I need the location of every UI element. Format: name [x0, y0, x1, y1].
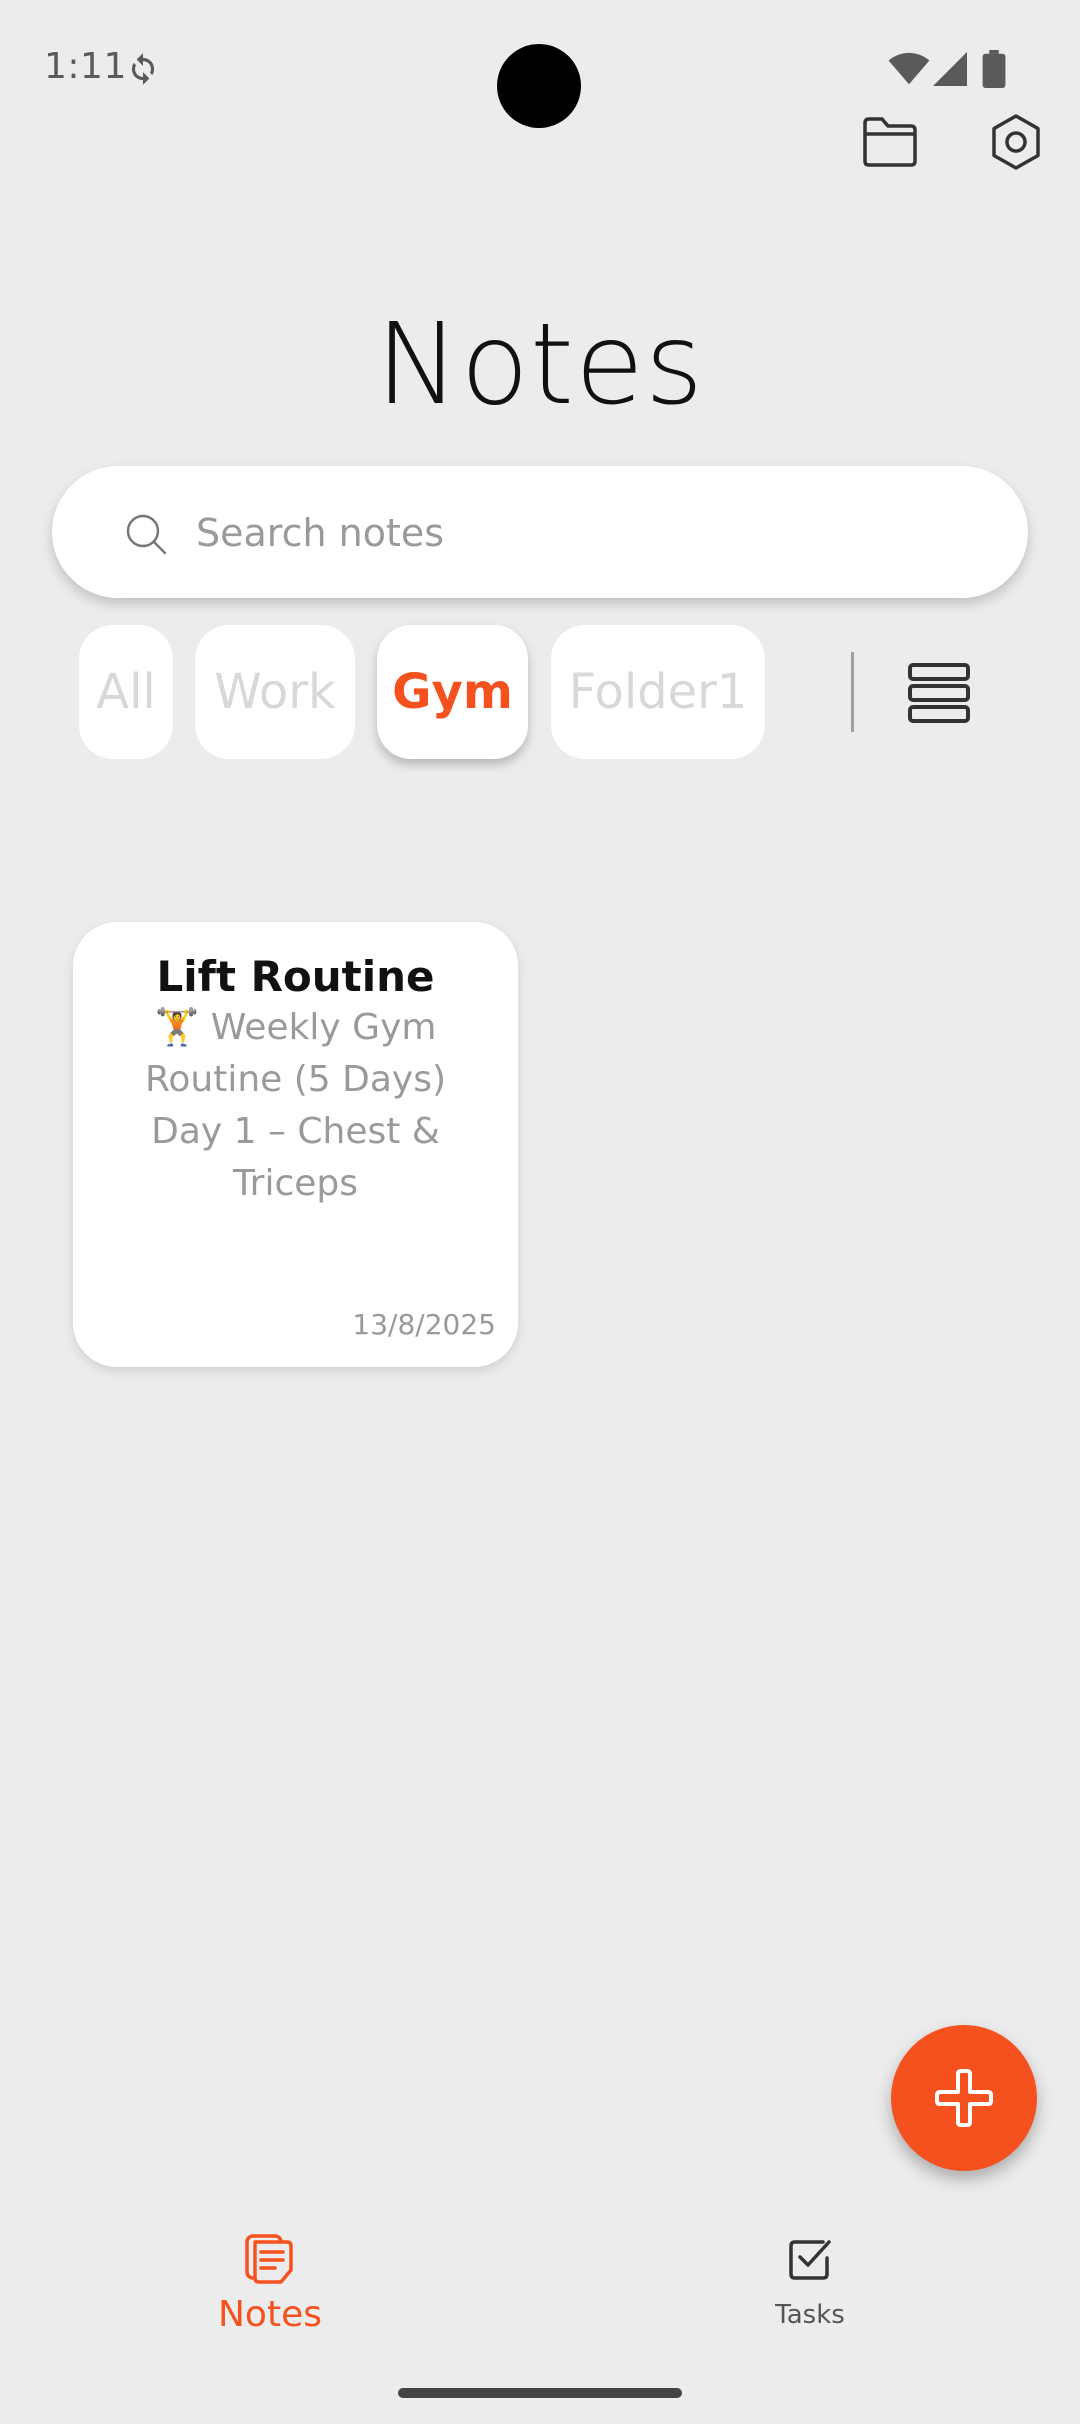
chip-all[interactable]: All — [79, 625, 173, 759]
folders-button[interactable] — [852, 104, 928, 180]
chip-divider — [851, 652, 854, 732]
settings-button[interactable] — [978, 104, 1054, 180]
settings-icon — [992, 114, 1040, 170]
search-input[interactable] — [194, 496, 978, 570]
list-view-icon[interactable] — [904, 660, 974, 726]
notes-screen: 1:11 Notes All Work Gym Fol — [0, 0, 1080, 2424]
note-date: 13/8/2025 — [352, 1308, 496, 1341]
tasks-icon — [789, 2240, 831, 2280]
note-title: Lift Routine — [156, 952, 435, 1001]
search-bar[interactable] — [52, 466, 1028, 598]
add-note-button[interactable] — [891, 2025, 1037, 2171]
search-icon — [126, 514, 167, 555]
plus-icon — [935, 2069, 993, 2127]
wifi-icon — [888, 52, 930, 85]
chip-gym[interactable]: Gym — [377, 625, 528, 759]
page-title: Notes — [375, 300, 705, 430]
signal-icon — [933, 52, 967, 86]
nav-item-tasks[interactable]: Tasks — [660, 2222, 960, 2352]
nav-label-notes: Notes — [218, 2294, 322, 2335]
notes-icon — [245, 2234, 293, 2284]
chip-folder1[interactable]: Folder1 — [551, 625, 765, 759]
folder-icon — [863, 117, 917, 167]
note-card[interactable]: Lift Routine 🏋️ Weekly Gym Routine (5 Da… — [73, 922, 518, 1367]
camera-cutout — [497, 44, 581, 128]
chip-work[interactable]: Work — [195, 625, 355, 759]
home-indicator[interactable] — [398, 2388, 682, 2398]
status-time: 1:11 — [44, 46, 127, 87]
nav-item-notes[interactable]: Notes — [120, 2222, 420, 2352]
battery-icon — [982, 50, 1006, 88]
note-preview: 🏋️ Weekly Gym Routine (5 Days) Day 1 – C… — [144, 1007, 447, 1204]
nav-label-tasks: Tasks — [775, 2300, 845, 2330]
sync-icon — [131, 53, 155, 85]
